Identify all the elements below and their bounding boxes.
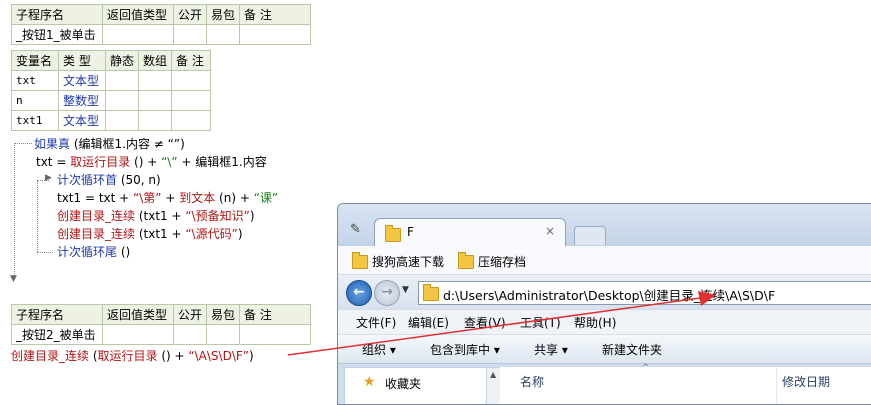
var-name: n: [11, 90, 59, 111]
var-type: 文本型: [58, 70, 106, 91]
col-public: 公开: [172, 4, 208, 25]
include-in-library-button[interactable]: 包含到库中 ▾: [430, 341, 500, 358]
forward-arrow-icon[interactable]: →: [374, 280, 400, 306]
menu-tools[interactable]: 工具(T): [520, 314, 561, 331]
keyword-loop-start: 计次循环首: [57, 173, 118, 187]
sub2-name[interactable]: _按钮2_被单击: [11, 324, 103, 345]
col-static: 静态: [104, 50, 140, 71]
bookmarks-bar: 搜狗高速下载 压缩存档: [338, 246, 871, 275]
menu-bar: 文件(F) 编辑(E) 查看(V) 工具(T) 帮助(H): [338, 310, 871, 335]
sub1-name[interactable]: _按钮1_被单击: [11, 24, 103, 45]
fn-create-dir: 创建目录_连续: [57, 209, 136, 223]
col-easy-pkg: 易包: [206, 4, 241, 25]
flow-arrow-icon: ▶: [45, 173, 52, 183]
sub1-table: 子程序名 返回值类型 公开 易包 备 注 _按钮1_被单击: [11, 4, 312, 45]
folder-icon: [423, 284, 439, 301]
col-var-name: 变量名: [11, 50, 59, 71]
col-array: 数组: [138, 50, 173, 71]
code-line-mkdir-1[interactable]: 创建目录_连续 (txt1 + “\预备知识”): [57, 207, 255, 225]
col-easy-pkg: 易包: [206, 304, 241, 325]
flow-line-loop-bottom: [37, 252, 53, 253]
table-row[interactable]: txt 文本型: [11, 70, 212, 91]
fn-get-run-dir: 取运行目录: [97, 349, 158, 363]
col-return-type: 返回值类型: [102, 304, 174, 325]
col-remark: 备 注: [239, 304, 312, 325]
chevron-down-icon[interactable]: ▼: [402, 285, 409, 295]
col-remark: 备 注: [239, 4, 312, 25]
address-bar[interactable]: d:\Users\Administrator\Desktop\创建目录_连续\A…: [418, 281, 871, 305]
star-icon: ★: [363, 374, 376, 390]
menu-help[interactable]: 帮助(H): [574, 314, 616, 331]
file-list: ^ 名称 修改日期: [500, 363, 871, 404]
folder-icon: [352, 252, 368, 269]
code-line-assign-txt1[interactable]: txt1 = txt + “\第” + 到文本 (n) + “课”: [57, 189, 278, 207]
menu-edit[interactable]: 编辑(E): [408, 314, 449, 331]
col-sub-name: 子程序名: [11, 4, 103, 25]
code-line-loop-end[interactable]: 计次循环尾 (): [57, 243, 130, 261]
fn-get-run-dir: 取运行目录: [70, 155, 131, 169]
code-line-if[interactable]: 如果真 (编辑框1.内容 ≠ “”): [34, 135, 185, 153]
sub2-table: 子程序名 返回值类型 公开 易包 备 注 _按钮2_被单击: [11, 304, 312, 345]
keyword-if: 如果真: [34, 137, 71, 151]
sort-arrow-icon: ^: [642, 363, 650, 373]
nav-item-favorites[interactable]: 收藏夹: [385, 375, 421, 392]
var-type: 整数型: [58, 90, 106, 111]
flow-end-arrow-icon: ▼: [10, 274, 17, 284]
keyword-loop-end: 计次循环尾: [57, 245, 118, 259]
command-bar: 组织 ▾ 包含到库中 ▾ 共享 ▾ 新建文件夹: [338, 335, 871, 364]
scroll-up-icon[interactable]: ▲: [490, 370, 496, 379]
close-icon[interactable]: ×: [545, 224, 555, 238]
organize-button[interactable]: 组织 ▾: [362, 341, 396, 358]
address-row: ← → ▼ d:\Users\Administrator\Desktop\创建目…: [338, 275, 871, 309]
column-divider[interactable]: [776, 367, 777, 404]
explorer-window: ✎ F × 搜狗高速下载 压缩存档 ← → ▼ d:\Users\Adminis…: [337, 203, 871, 405]
fn-create-dir: 创建目录_连续: [11, 349, 90, 363]
col-var-type: 类 型: [58, 50, 106, 71]
col-return-type: 返回值类型: [102, 4, 174, 25]
col-public: 公开: [172, 304, 208, 325]
col-var-remark: 备 注: [171, 50, 212, 71]
folder-icon: [385, 225, 401, 242]
var-type: 文本型: [58, 110, 106, 131]
vars-table: 变量名 类 型 静态 数组 备 注 txt 文本型 n 整数型 txt1 文本型: [11, 50, 212, 131]
flow-line-loop: [37, 180, 38, 252]
column-name-header[interactable]: 名称: [520, 373, 544, 390]
folder-icon: [458, 252, 474, 269]
flow-line-if: [14, 143, 15, 278]
table-row[interactable]: n 整数型: [11, 90, 212, 111]
code-line-mkdir-afsd[interactable]: 创建目录_连续 (取运行目录 () + “\A\S\D\F”): [11, 347, 254, 365]
address-path[interactable]: d:\Users\Administrator\Desktop\创建目录_连续\A…: [443, 285, 775, 304]
wrench-icon[interactable]: ✎: [350, 222, 361, 237]
var-name: txt: [11, 70, 59, 91]
col-sub-name: 子程序名: [11, 304, 103, 325]
fn-create-dir: 创建目录_连续: [57, 227, 136, 241]
menu-view[interactable]: 查看(V): [464, 314, 506, 331]
back-arrow-icon[interactable]: ←: [346, 280, 372, 306]
code-line-mkdir-2[interactable]: 创建目录_连续 (txt1 + “\源代码”): [57, 225, 243, 243]
tab-title: F: [407, 225, 414, 239]
menu-file[interactable]: 文件(F): [356, 314, 396, 331]
code-line-assign-txt[interactable]: txt = 取运行目录 () + “\” + 编辑框1.内容: [36, 153, 267, 171]
new-folder-button[interactable]: 新建文件夹: [602, 341, 662, 358]
table-row[interactable]: txt1 文本型: [11, 110, 212, 131]
flow-line-if-top: [14, 143, 32, 144]
share-button[interactable]: 共享 ▾: [534, 341, 568, 358]
new-tab-button[interactable]: [574, 226, 606, 245]
fn-to-text: 到文本: [179, 191, 216, 205]
code-line-loop-start[interactable]: 计次循环首 (50, n): [57, 171, 161, 189]
tab-strip: ✎ F ×: [338, 204, 871, 247]
tab-folder-f[interactable]: F ×: [374, 218, 566, 247]
var-name: txt1: [11, 110, 59, 131]
bookmark-archive[interactable]: 压缩存档: [478, 253, 526, 270]
navigation-pane: ★ 收藏夹: [344, 367, 488, 404]
bookmark-sogou[interactable]: 搜狗高速下载: [372, 253, 444, 270]
column-date-header[interactable]: 修改日期: [782, 373, 830, 390]
